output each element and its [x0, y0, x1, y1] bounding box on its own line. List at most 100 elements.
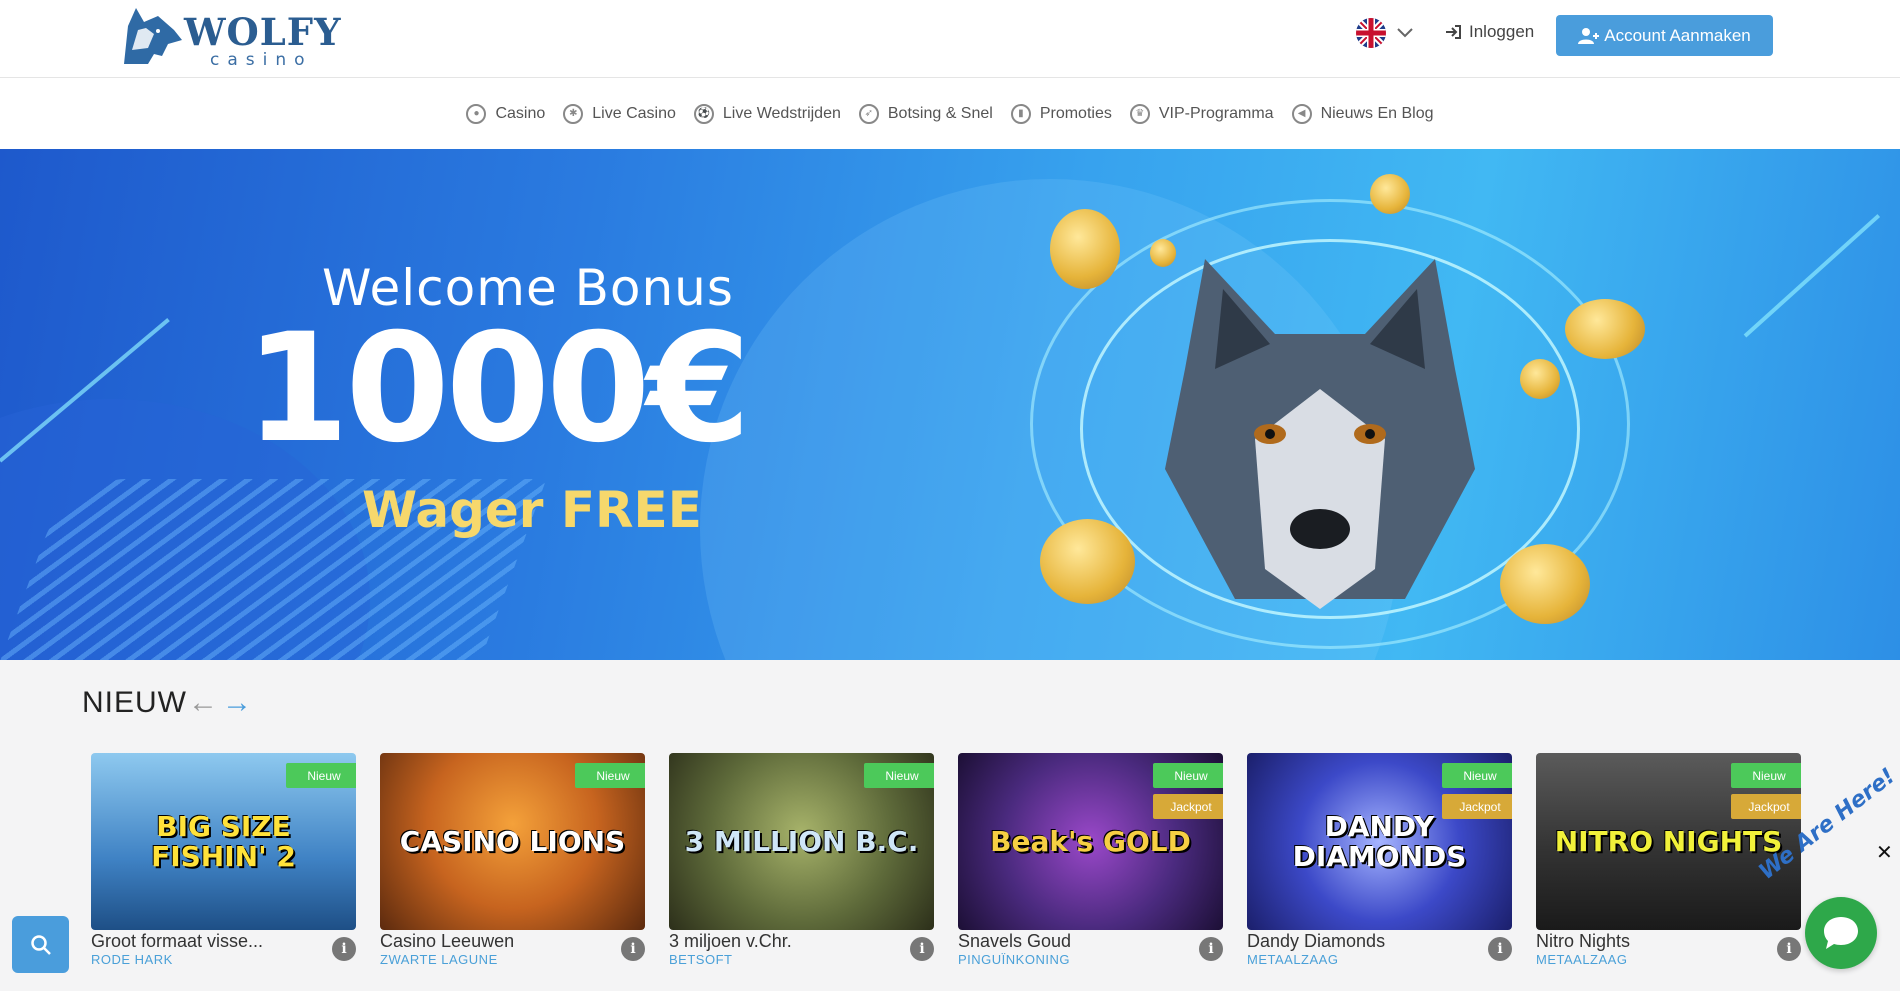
wolf-illustration: [1165, 259, 1475, 609]
register-label: Account Aanmaken: [1604, 25, 1751, 45]
nav-item-promotions[interactable]: ▮ Promoties: [1010, 103, 1112, 124]
rocket-icon: ➶: [858, 103, 879, 124]
add-user-icon: [1578, 27, 1600, 44]
gift-icon: ▮: [1010, 103, 1031, 124]
megaphone-icon: ◀: [1291, 103, 1312, 124]
jackpot-badge: Jackpot: [1442, 794, 1512, 819]
info-icon[interactable]: i: [332, 937, 356, 961]
gold-coin: [1040, 519, 1135, 604]
game-thumbnail[interactable]: Beak's GOLD Nieuw Jackpot: [958, 753, 1223, 930]
nav-label: VIP-Programma: [1158, 104, 1274, 122]
live-matches-icon: ⚽: [693, 103, 714, 124]
banner-amount: 1000€: [245, 302, 751, 476]
gold-coin: [1520, 359, 1560, 399]
game-name[interactable]: 3 miljoen v.Chr.: [669, 931, 792, 952]
game-card[interactable]: DANDY DIAMONDS Nieuw Jackpot Dandy Diamo…: [1247, 753, 1512, 973]
game-thumbnail[interactable]: 3 MILLION B.C. Nieuw: [669, 753, 934, 930]
language-selector[interactable]: [1356, 18, 1414, 48]
game-thumbnail-title: NITRO NIGHTS: [1554, 824, 1783, 858]
game-provider[interactable]: BETSOFT: [669, 952, 732, 967]
new-games-carousel: BIG SIZE FISHIN' 2 Nieuw Groot formaat v…: [91, 753, 1801, 973]
nav-label: Live Wedstrijden: [722, 104, 841, 122]
game-name[interactable]: Casino Leeuwen: [380, 931, 514, 952]
gold-coin: [1150, 239, 1176, 267]
login-button[interactable]: Inloggen: [1445, 22, 1534, 42]
game-thumbnail[interactable]: BIG SIZE FISHIN' 2 Nieuw: [91, 753, 356, 930]
game-provider[interactable]: ZWARTE LAGUNE: [380, 952, 498, 967]
search-icon: [30, 934, 51, 955]
search-button[interactable]: [12, 916, 69, 973]
new-badge: Nieuw: [1442, 763, 1512, 788]
game-provider[interactable]: METAALZAAG: [1536, 952, 1627, 967]
info-icon[interactable]: i: [621, 937, 645, 961]
logo-wordmark: WOLFY: [184, 10, 342, 54]
crown-icon: ♛: [1129, 103, 1150, 124]
new-badge: Nieuw: [1153, 763, 1223, 788]
banner-light-streak: [1743, 214, 1881, 338]
chat-close-button[interactable]: ✕: [1876, 840, 1893, 865]
nav-label: Casino: [495, 104, 546, 122]
chevron-down-icon: [1397, 28, 1413, 38]
game-thumbnail-title: DANDY DIAMONDS: [1292, 810, 1467, 873]
game-name[interactable]: Snavels Goud: [958, 931, 1071, 952]
banner-subheading: Wager FREE: [362, 481, 702, 539]
nav-item-live-casino[interactable]: ✱ Live Casino: [563, 103, 676, 124]
game-provider[interactable]: METAALZAAG: [1247, 952, 1338, 967]
gold-coin: [1370, 174, 1410, 214]
gold-coin: [1500, 544, 1590, 624]
game-card[interactable]: 3 MILLION B.C. Nieuw 3 miljoen v.Chr. BE…: [669, 753, 934, 973]
nav-item-casino[interactable]: ● Casino: [466, 103, 546, 124]
game-provider[interactable]: RODE HARK: [91, 952, 173, 967]
nav-item-live-matches[interactable]: ⚽ Live Wedstrijden: [693, 103, 841, 124]
gold-coin: [1050, 209, 1120, 289]
game-thumbnail-title: Beak's GOLD: [990, 824, 1191, 858]
logo-subtitle: casino: [210, 50, 313, 70]
welcome-bonus-banner[interactable]: Welcome Bonus 1000€ Wager FREE: [0, 149, 1900, 660]
chat-button[interactable]: [1805, 897, 1877, 969]
game-provider[interactable]: PINGUÏNKONING: [958, 952, 1070, 967]
info-icon[interactable]: i: [910, 937, 934, 961]
register-button[interactable]: Account Aanmaken: [1556, 15, 1773, 56]
login-icon: [1446, 25, 1461, 39]
main-nav: ● Casino ✱ Live Casino ⚽ Live Wedstrijde…: [0, 78, 1900, 149]
gold-coin: [1565, 299, 1645, 359]
game-thumbnail-title: CASINO LIONS: [399, 824, 626, 858]
game-thumbnail[interactable]: NITRO NIGHTS Nieuw Jackpot: [1536, 753, 1801, 930]
game-thumbnail-title: 3 MILLION B.C.: [684, 824, 919, 858]
game-name[interactable]: Nitro Nights: [1536, 931, 1630, 952]
nav-item-crash-fast[interactable]: ➶ Botsing & Snel: [858, 103, 993, 124]
game-thumbnail-title: BIG SIZE FISHIN' 2: [151, 810, 296, 873]
game-card[interactable]: Beak's GOLD Nieuw Jackpot Snavels Goud P…: [958, 753, 1223, 973]
info-icon[interactable]: i: [1488, 937, 1512, 961]
game-name[interactable]: Dandy Diamonds: [1247, 931, 1385, 952]
new-badge: Nieuw: [1731, 763, 1801, 788]
jackpot-badge: Jackpot: [1731, 794, 1801, 819]
info-icon[interactable]: i: [1199, 937, 1223, 961]
info-icon[interactable]: i: [1777, 937, 1801, 961]
section-title-new: NIEUW: [82, 686, 187, 719]
game-card[interactable]: BIG SIZE FISHIN' 2 Nieuw Groot formaat v…: [91, 753, 356, 973]
nav-label: Botsing & Snel: [887, 104, 993, 122]
new-badge: Nieuw: [864, 763, 934, 788]
wolf-logo-icon: [124, 8, 182, 64]
game-thumbnail[interactable]: DANDY DIAMONDS Nieuw Jackpot: [1247, 753, 1512, 930]
uk-flag-icon: [1356, 18, 1386, 48]
casino-chip-icon: ●: [466, 103, 487, 124]
chat-bubble-icon: [1824, 917, 1858, 949]
game-name[interactable]: Groot formaat visse...: [91, 931, 263, 952]
jackpot-badge: Jackpot: [1153, 794, 1223, 819]
nav-item-vip[interactable]: ♛ VIP-Programma: [1129, 103, 1274, 124]
wolfy-logo[interactable]: WOLFY casino: [118, 4, 340, 72]
live-casino-icon: ✱: [563, 103, 584, 124]
game-card[interactable]: CASINO LIONS Nieuw Casino Leeuwen ZWARTE…: [380, 753, 645, 973]
nav-label: Live Casino: [592, 104, 676, 122]
nav-label: Promoties: [1039, 104, 1112, 122]
game-thumbnail[interactable]: CASINO LIONS Nieuw: [380, 753, 645, 930]
nav-label: Nieuws En Blog: [1320, 104, 1434, 122]
login-label: Inloggen: [1469, 22, 1535, 41]
prev-arrow-button[interactable]: ←: [188, 686, 218, 720]
top-header: WOLFY casino Inloggen Account Aanmaken: [0, 0, 1900, 78]
next-arrow-button[interactable]: →: [222, 686, 252, 720]
new-badge: Nieuw: [286, 763, 356, 788]
nav-item-news-blog[interactable]: ◀ Nieuws En Blog: [1291, 103, 1434, 124]
